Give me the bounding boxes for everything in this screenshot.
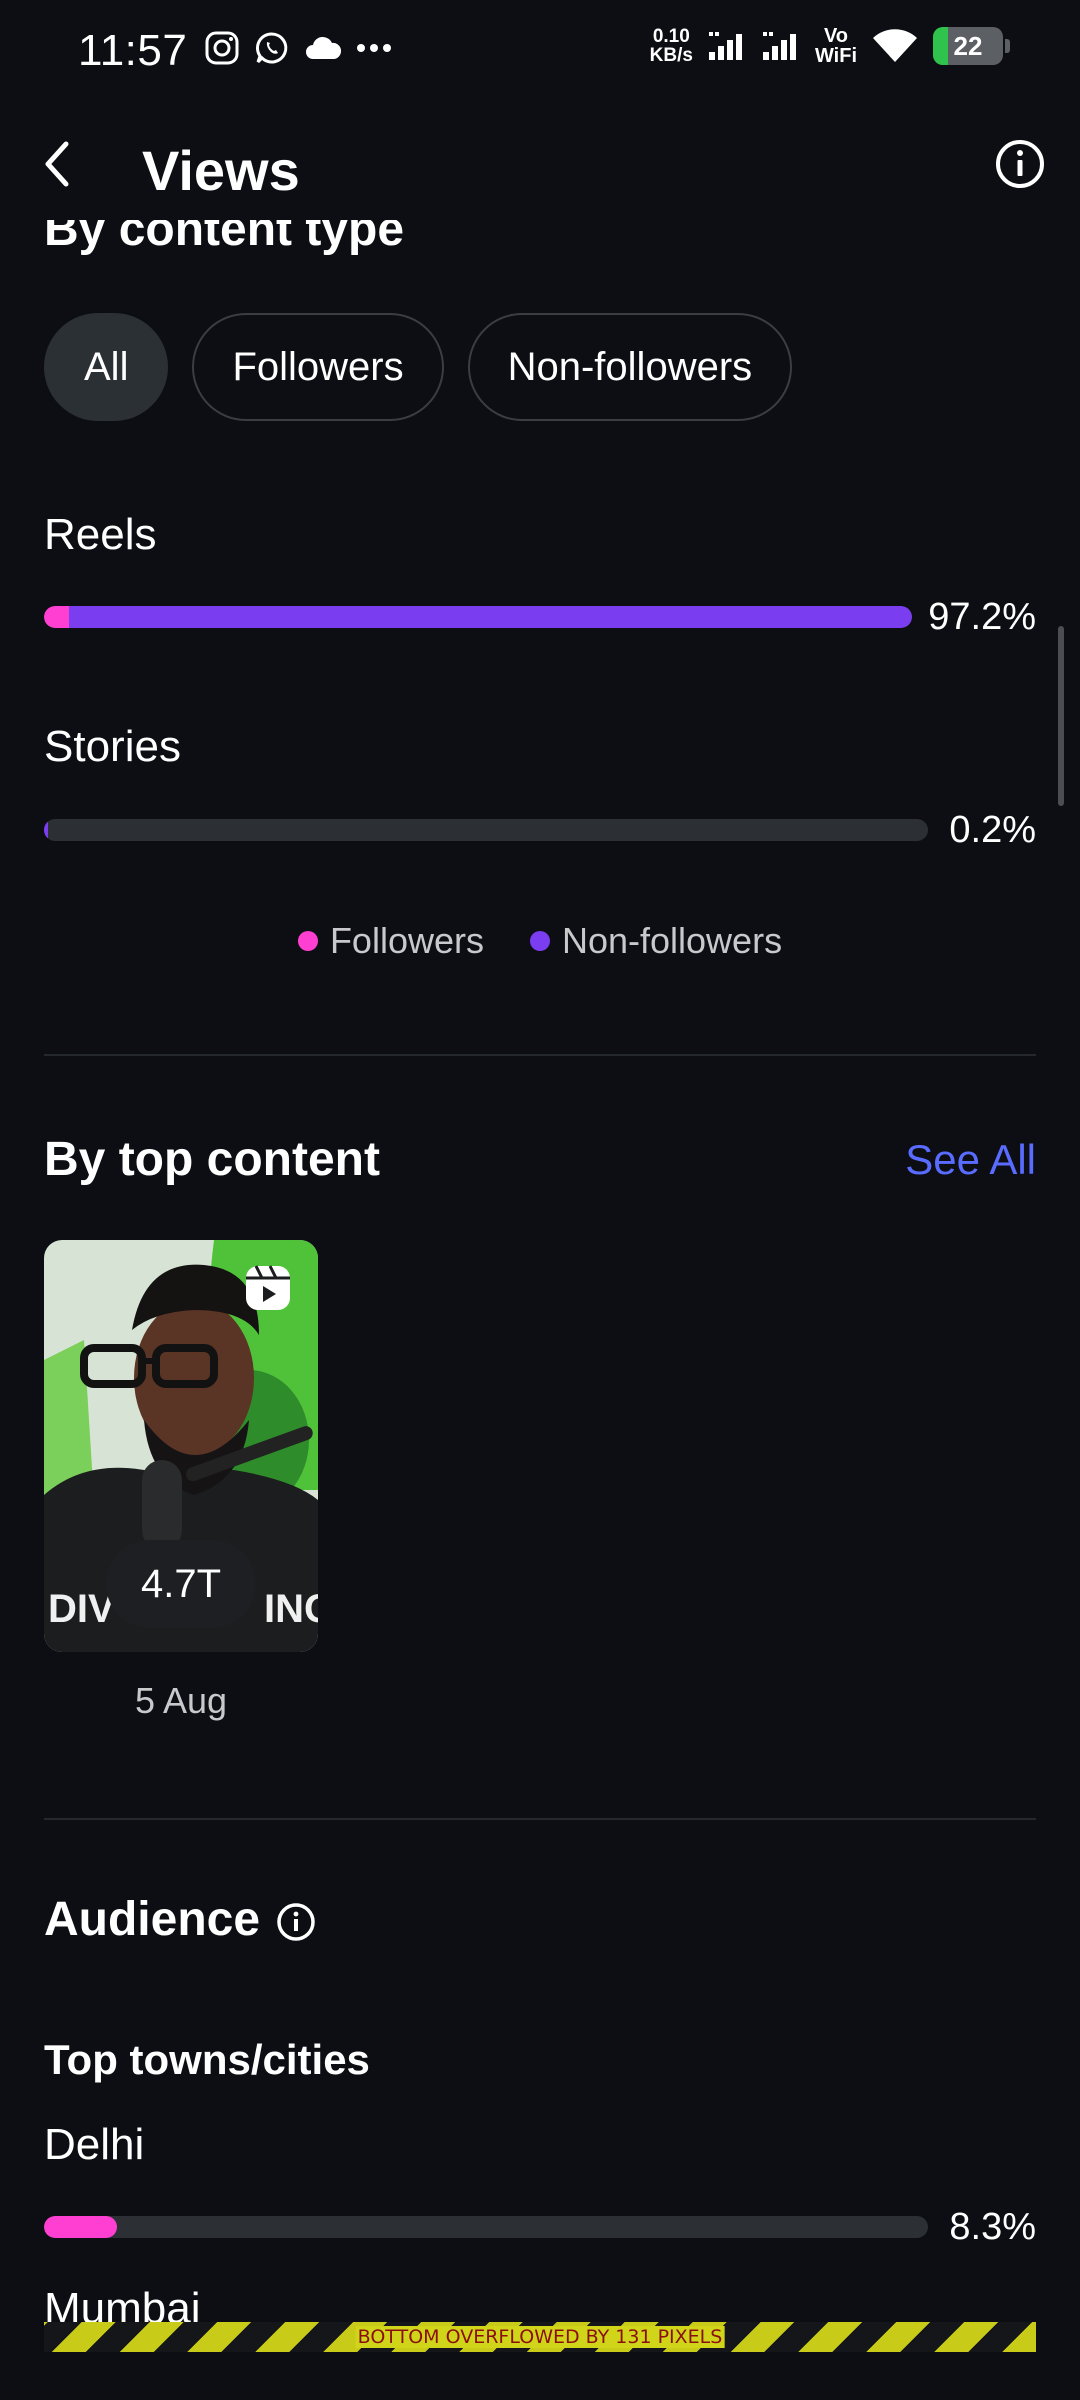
network-speed: 0.10 KB/s [650, 27, 693, 65]
vowifi-vo: Vo [823, 25, 849, 47]
chip-non-followers[interactable]: Non-followers [467, 313, 793, 421]
city-label-delhi: Delhi [44, 2120, 145, 2169]
legend-followers-label: Followers [329, 920, 484, 961]
audience-filter-chips: All Followers Non-followers [44, 313, 793, 421]
status-time: 11:57 [78, 26, 188, 75]
delhi-bar-fill [44, 2216, 117, 2238]
battery-charging-icon: 22 [933, 27, 1003, 65]
reels-bar [44, 606, 912, 628]
top-content-date: 5 Aug [134, 1680, 228, 1721]
reels-icon [246, 1265, 290, 1310]
back-arrow-icon[interactable] [30, 134, 90, 194]
top-content-title: By top content [44, 1133, 380, 1186]
info-icon[interactable] [274, 1900, 318, 1944]
legend-followers: Followers [297, 920, 484, 962]
reels-percent: 97.2% [928, 596, 1036, 638]
battery-cap [1005, 39, 1010, 53]
stories-nonfollowers-segment [44, 819, 48, 841]
chip-followers[interactable]: Followers [192, 313, 444, 421]
see-all-link[interactable]: See All [905, 1136, 1036, 1184]
divider [44, 1818, 1036, 1820]
metric-label-reels: Reels [44, 510, 157, 559]
svg-text:DIV: DIV [48, 1587, 115, 1631]
top-content-thumbnail[interactable]: DIV ING 4.7T [44, 1240, 318, 1652]
stories-bar [44, 819, 928, 841]
scrollbar[interactable] [1058, 626, 1064, 806]
svg-text:ING: ING [264, 1587, 318, 1631]
page-title: Views [142, 139, 300, 202]
views-screen: 11:57 0.10 KB/s Vo WiFi 22 Views By cont… [0, 0, 1080, 2400]
views-count-badge: 4.7T [106, 1540, 256, 1628]
top-cities-subtitle: Top towns/cities [44, 2036, 370, 2083]
delhi-percent: 8.3% [949, 2206, 1036, 2248]
metric-label-stories: Stories [44, 722, 181, 771]
legend-non-followers-label: Non-followers [561, 920, 783, 961]
battery-level: 22 [953, 30, 983, 61]
battery-fill [933, 27, 949, 65]
overflow-warning-stripe: BOTTOM OVERFLOWED BY 131 PIXELS [44, 2322, 1036, 2352]
info-icon[interactable] [990, 134, 1050, 194]
audience-title: Audience [44, 1893, 261, 1946]
vowifi-label: WiFi [814, 45, 857, 67]
cloud-icon [306, 36, 342, 59]
reels-nonfollowers-segment [69, 606, 912, 628]
more-dots-icon [357, 44, 391, 52]
status-bar: 11:57 0.10 KB/s Vo WiFi 22 [0, 0, 1080, 100]
non-followers-dot [529, 931, 550, 951]
wifi-icon [873, 29, 917, 62]
vowifi-indicator: Vo WiFi [815, 26, 857, 66]
chip-all[interactable]: All [44, 313, 169, 421]
signal-icon [762, 32, 796, 60]
bar-legend: Followers Non-followers [0, 920, 1080, 962]
overflow-warning-text: BOTTOM OVERFLOWED BY 131 PIXELS [355, 2326, 725, 2348]
signal-icon [708, 32, 742, 60]
followers-dot [297, 931, 318, 951]
delhi-bar [44, 2216, 928, 2238]
network-speed-unit: KB/s [649, 45, 693, 66]
system-icons: 0.10 KB/s Vo WiFi 22 [650, 26, 1010, 66]
app-bar: Views [0, 110, 1080, 230]
divider [44, 1054, 1036, 1056]
network-speed-value: 0.10 [652, 26, 690, 47]
stories-percent: 0.2% [949, 809, 1036, 851]
legend-non-followers: Non-followers [529, 920, 783, 962]
notification-icons [204, 30, 392, 66]
content-type-title: By content type [44, 220, 405, 256]
content-scroll-area[interactable]: By content type All Followers Non-follow… [0, 220, 1080, 2400]
whatsapp-icon [256, 32, 288, 64]
instagram-icon [205, 31, 239, 65]
reels-followers-segment [44, 606, 69, 628]
